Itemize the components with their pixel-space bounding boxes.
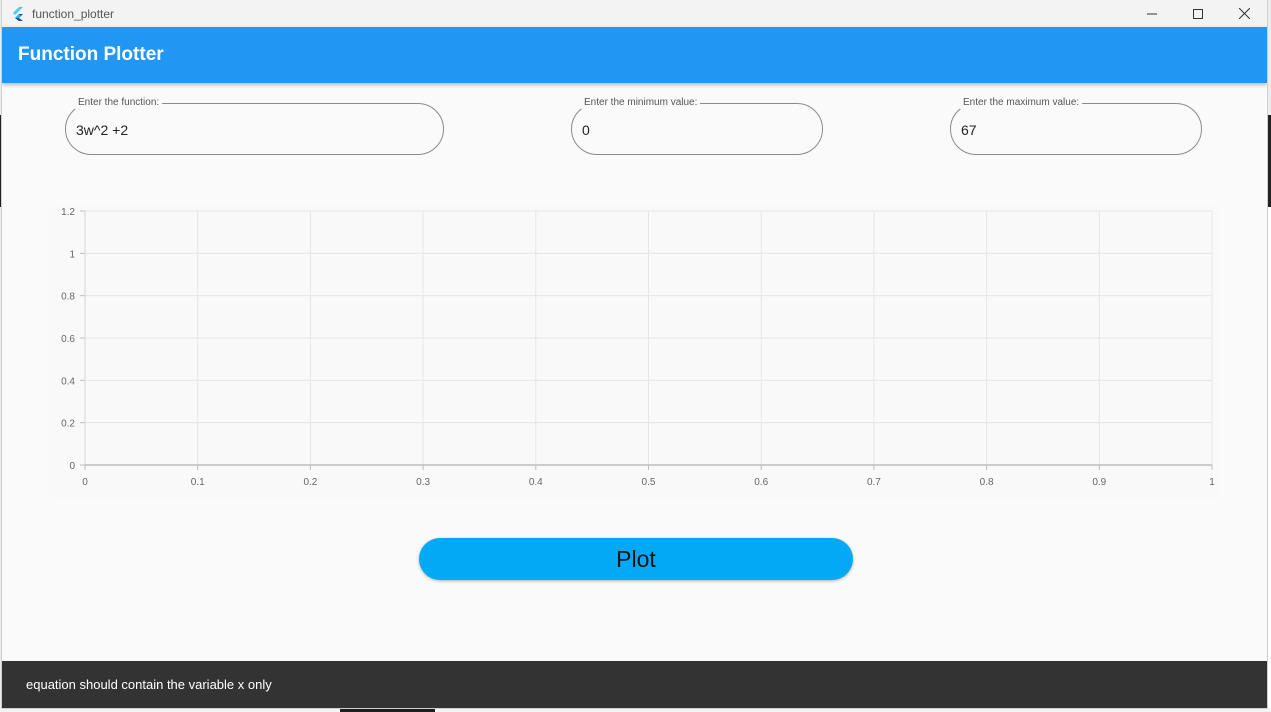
y-tick-label: 1 [69,249,75,260]
taskbar-edge [0,708,1271,712]
x-tick-label: 0.8 [980,477,994,488]
close-button[interactable] [1221,0,1267,27]
window-title: function_plotter [32,6,115,21]
plot-button[interactable]: Plot [419,538,853,580]
close-icon [1238,8,1250,19]
maximize-button[interactable] [1175,0,1221,27]
x-tick-label: 0.3 [416,477,430,488]
chart-background [50,204,1220,500]
maximum-value-text[interactable]: 67 [961,122,977,138]
app-window: function_plotter Function Plotter Enter … [2,0,1267,708]
y-tick-label: 0.2 [61,419,75,430]
x-tick-label: 0.5 [642,477,656,488]
x-tick-label: 1 [1209,477,1215,488]
y-tick-label: 0 [69,461,75,472]
snackbar-message: equation should contain the variable x o… [26,677,272,692]
y-tick-label: 0.6 [61,334,75,345]
minimize-button[interactable] [1129,0,1175,27]
app-title: Function Plotter [18,44,164,65]
x-tick-label: 0.1 [191,477,205,488]
function-input-value[interactable]: 3w^2 +2 [76,122,128,138]
title-bar[interactable]: function_plotter [2,0,1267,27]
app-bar: Function Plotter [2,27,1267,83]
minimum-value-label: Enter the minimum value: [581,97,701,109]
y-tick-label: 0.8 [61,292,75,303]
x-tick-label: 0.9 [1092,477,1106,488]
maximum-value-input[interactable]: Enter the maximum value: 67 [950,97,1202,155]
flutter-icon [13,6,23,21]
maximize-icon [1193,8,1203,19]
x-tick-label: 0.6 [754,477,768,488]
background-window-edge [1267,207,1271,712]
y-tick-label: 1.2 [61,207,75,218]
function-input-label: Enter the function: [75,97,163,109]
minimum-value-input[interactable]: Enter the minimum value: 0 [571,97,823,155]
minimize-icon [1147,13,1157,14]
x-tick-label: 0 [82,477,88,488]
x-tick-label: 0.4 [529,477,543,488]
function-input[interactable]: Enter the function: 3w^2 +2 [65,97,444,155]
minimum-value-text[interactable]: 0 [582,122,590,138]
background-window-edge [1267,115,1271,207]
maximum-value-label: Enter the maximum value: [960,97,1083,109]
snackbar: equation should contain the variable x o… [2,661,1267,708]
function-chart: 0 0.1 0.2 0.3 0.4 0.5 0.6 0.7 0.8 0.9 1 0 0.2 0.4 0.6 0… [50,204,1220,500]
x-tick-label: 0.7 [867,477,881,488]
x-tick-label: 0.2 [303,477,317,488]
y-tick-label: 0.4 [61,376,75,387]
